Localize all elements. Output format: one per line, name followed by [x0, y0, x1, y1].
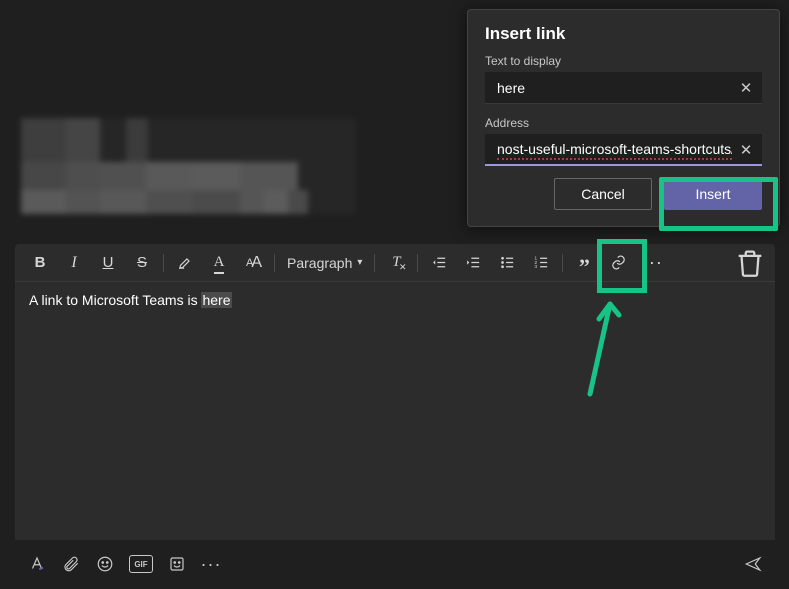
gif-button[interactable]: GIF — [129, 555, 153, 573]
outdent-button[interactable] — [422, 248, 456, 278]
bulleted-list-button[interactable] — [490, 248, 524, 278]
editor-selected-text: here — [201, 292, 231, 308]
font-color-button[interactable]: A — [202, 248, 236, 278]
paragraph-style-dropdown[interactable]: Paragraph ▾ — [279, 248, 370, 278]
italic-button[interactable]: I — [57, 248, 91, 278]
redacted-content — [21, 118, 356, 214]
formatting-toolbar: B I U S A AA Paragraph ▾ T✕ — [15, 244, 775, 282]
quote-button[interactable]: ” — [567, 248, 601, 278]
chevron-down-icon: ▾ — [357, 257, 362, 268]
text-to-display-label: Text to display — [485, 54, 762, 68]
compose-box: B I U S A AA Paragraph ▾ T✕ — [15, 244, 775, 540]
address-label: Address — [485, 116, 762, 130]
message-editor[interactable]: A link to Microsoft Teams is here — [15, 282, 775, 540]
separator — [417, 254, 418, 272]
numbered-list-button[interactable]: 123 — [524, 248, 558, 278]
separator — [163, 254, 164, 272]
separator — [374, 254, 375, 272]
format-button[interactable] — [27, 554, 47, 574]
cancel-button[interactable]: Cancel — [554, 178, 652, 210]
svg-text:3: 3 — [534, 264, 537, 270]
insert-link-button[interactable] — [601, 248, 635, 278]
insert-link-dialog: Insert link Text to display ✕ Address ✕ … — [467, 9, 780, 227]
clear-formatting-button[interactable]: T✕ — [379, 248, 413, 278]
separator — [562, 254, 563, 272]
editor-text: A link to Microsoft Teams is — [29, 292, 201, 308]
separator — [274, 254, 275, 272]
indent-button[interactable] — [456, 248, 490, 278]
text-to-display-input[interactable] — [485, 72, 762, 104]
bold-button[interactable]: B — [23, 248, 57, 278]
compose-actions: GIF ··· — [15, 549, 775, 579]
gif-label: GIF — [134, 560, 147, 569]
address-input[interactable] — [485, 134, 762, 166]
strikethrough-button[interactable]: S — [125, 248, 159, 278]
insert-label: Insert — [695, 186, 730, 202]
spellcheck-underline — [497, 158, 732, 160]
clear-address-button[interactable]: ✕ — [736, 140, 756, 160]
sticker-button[interactable] — [167, 554, 187, 574]
underline-button[interactable]: U — [91, 248, 125, 278]
delete-button[interactable] — [733, 248, 767, 278]
highlight-button[interactable] — [168, 248, 202, 278]
attach-button[interactable] — [61, 554, 81, 574]
font-size-button[interactable]: AA — [236, 248, 270, 278]
dialog-title: Insert link — [485, 24, 762, 44]
paragraph-label: Paragraph — [287, 255, 352, 271]
cancel-label: Cancel — [581, 186, 625, 202]
more-options-button[interactable]: ··· — [635, 248, 669, 278]
emoji-button[interactable] — [95, 554, 115, 574]
clear-text-button[interactable]: ✕ — [736, 78, 756, 98]
insert-button[interactable]: Insert — [664, 178, 762, 210]
send-button[interactable] — [743, 554, 763, 574]
more-apps-button[interactable]: ··· — [201, 554, 221, 574]
